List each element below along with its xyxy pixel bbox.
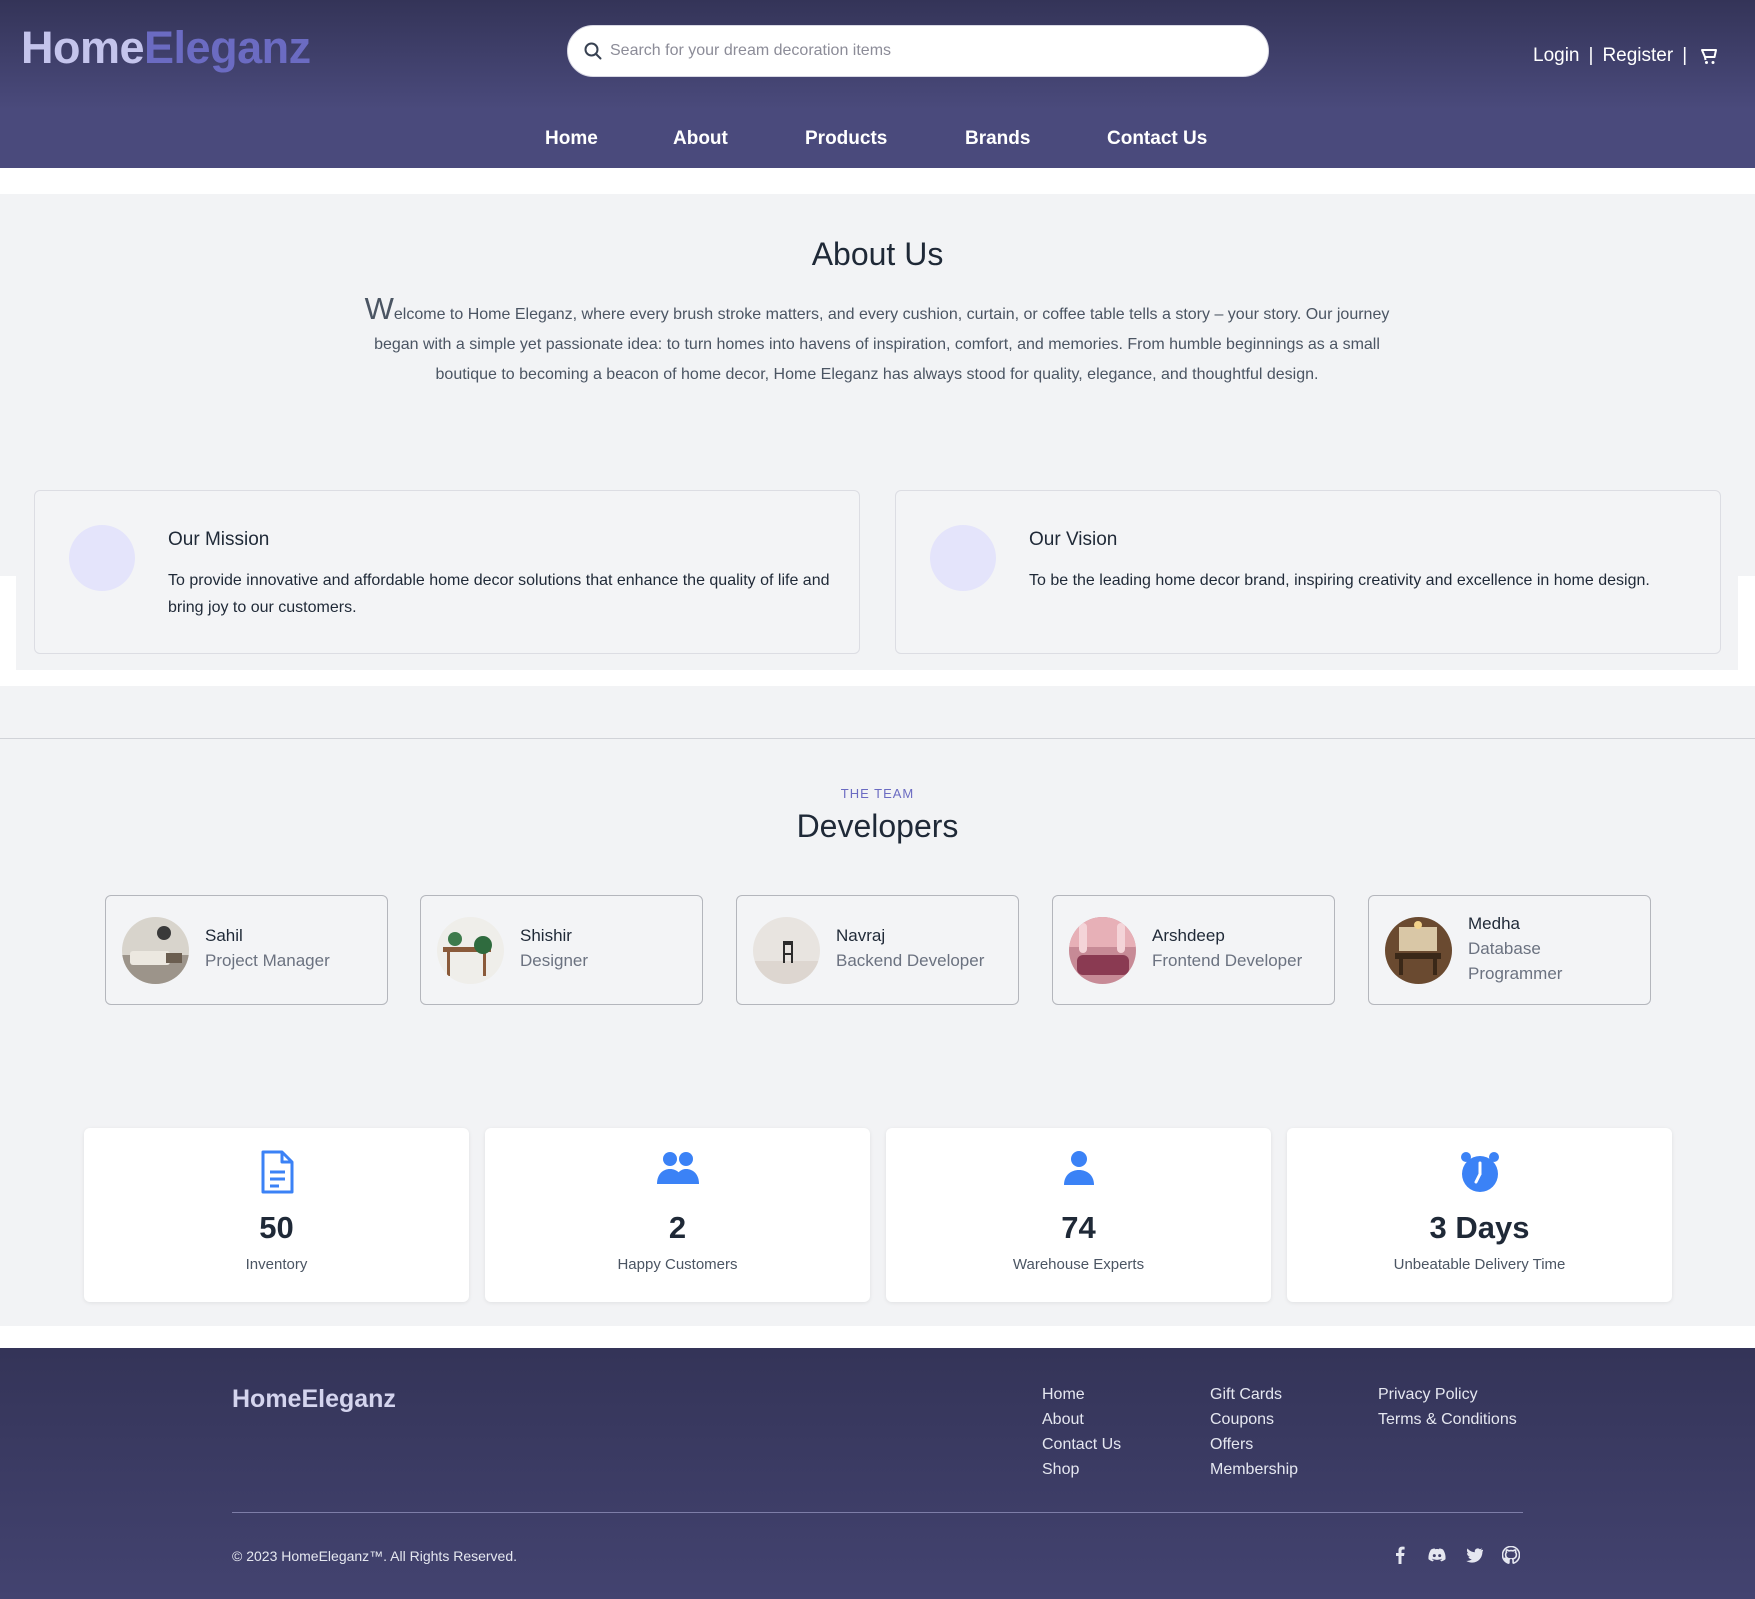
mission-text: To provide innovative and affordable hom… [168,572,830,616]
footer-link-terms[interactable]: Terms & Conditions [1378,1407,1517,1432]
vision-icon [930,525,996,591]
discord-icon[interactable] [1427,1545,1447,1565]
section-divider [0,738,1755,739]
about-text: Welcome to Home Eleganz, where every bru… [362,291,1392,390]
mission-card: Our Mission To provide innovative and af… [34,490,860,654]
user-icon [886,1150,1271,1196]
footer-link-shop[interactable]: Shop [1042,1457,1121,1482]
footer-link-coupons[interactable]: Coupons [1210,1407,1298,1432]
site-logo[interactable]: HomeEleganz [21,22,311,74]
copyright: © 2023 HomeEleganz™. All Rights Reserved… [232,1548,518,1564]
developer-name: Navraj [836,926,886,945]
footer-link-home[interactable]: Home [1042,1382,1121,1407]
cart-icon[interactable] [1700,46,1720,66]
stat-value: 2 [668,1210,687,1245]
avatar [1069,917,1136,984]
footer-links-col1: Home About Contact Us Shop [1042,1382,1121,1482]
developer-name: Medha [1468,914,1520,933]
developer-role: Project Manager [205,951,330,970]
github-icon[interactable] [1501,1545,1521,1565]
footer-link-membership[interactable]: Membership [1210,1457,1298,1482]
avatar [1385,917,1452,984]
stat-card-customers: 2 Happy Customers [485,1128,870,1302]
footer-links-col3: Privacy Policy Terms & Conditions [1378,1382,1517,1432]
top-header: HomeEleganz Login | Register | [0,0,1755,110]
nav-about[interactable]: About [673,128,728,150]
developer-name: Shishir [520,926,572,945]
stat-label: Inventory [245,1256,308,1273]
social-links [1390,1545,1521,1565]
users-icon [485,1150,870,1196]
separator: | [1588,45,1594,66]
alarm-clock-icon [1287,1150,1672,1196]
nav-products[interactable]: Products [805,128,887,150]
search-bar[interactable] [567,25,1269,77]
developer-role: Backend Developer [836,951,985,970]
search-input[interactable] [610,36,1250,66]
developer-name: Arshdeep [1152,926,1225,945]
avatar [122,917,189,984]
footer-link-privacy[interactable]: Privacy Policy [1378,1382,1517,1407]
vision-title: Our Vision [1029,529,1118,550]
stat-label: Happy Customers [617,1256,738,1273]
developer-card: Medha Database Programmer [1368,895,1651,1005]
stat-value: 74 [1061,1210,1096,1245]
avatar [753,917,820,984]
logo-part-eleganz: Eleganz [144,22,311,73]
stat-label: Unbeatable Delivery Time [1393,1256,1566,1273]
footer-links-col2: Gift Cards Coupons Offers Membership [1210,1382,1298,1482]
vision-card: Our Vision To be the leading home decor … [895,490,1721,654]
footer: HomeEleganz Home About Contact Us Shop G… [0,1348,1755,1599]
nav-brands[interactable]: Brands [965,128,1030,150]
footer-link-contact[interactable]: Contact Us [1042,1432,1121,1457]
stat-label: Warehouse Experts [1012,1256,1145,1273]
avatar [437,917,504,984]
divider [0,576,16,670]
team-title: Developers [796,808,959,844]
stat-value: 3 Days [1429,1210,1530,1245]
vision-text: To be the leading home decor brand, insp… [1029,572,1650,589]
about-text-line1: elcome to Home Eleganz, where every brus… [393,306,1333,323]
nav-contact-us[interactable]: Contact Us [1107,128,1207,150]
main-nav: Home About Products Brands Contact Us [0,110,1755,168]
twitter-icon[interactable] [1464,1545,1484,1565]
developer-name: Sahil [205,926,243,945]
team-section: THE TEAM Developers Sahil Project Manage… [0,686,1755,1326]
stat-card-delivery: 3 Days Unbeatable Delivery Time [1287,1128,1672,1302]
footer-link-offers[interactable]: Offers [1210,1432,1298,1457]
login-link[interactable]: Login [1533,45,1580,67]
document-icon [84,1150,469,1196]
developer-card: Shishir Designer [420,895,703,1005]
about-title: About Us [811,236,944,272]
register-link[interactable]: Register [1602,45,1673,67]
separator: | [1682,45,1688,66]
stat-card-warehouse: 74 Warehouse Experts [886,1128,1271,1302]
divider [1738,576,1755,670]
developer-role: Frontend Developer [1152,951,1303,970]
stat-card-inventory: 50 Inventory [84,1128,469,1302]
footer-link-about[interactable]: About [1042,1407,1121,1432]
team-eyebrow: THE TEAM [840,786,915,801]
divider [0,670,1755,686]
developer-card: Navraj Backend Developer [736,895,1019,1005]
search-icon [584,42,602,60]
developer-role: Designer [520,951,589,970]
about-dropcap: W [364,291,394,326]
developer-card: Sahil Project Manager [105,895,388,1005]
footer-link-gift-cards[interactable]: Gift Cards [1210,1382,1298,1407]
auth-links: Login | Register | [1533,44,1720,68]
facebook-icon[interactable] [1390,1545,1410,1565]
logo-part-home: Home [21,22,145,73]
developer-role: Database [1468,939,1541,958]
footer-logo[interactable]: HomeEleganz [232,1385,396,1414]
mission-icon [69,525,135,591]
developer-card: Arshdeep Frontend Developer [1052,895,1335,1005]
nav-home[interactable]: Home [545,128,598,150]
mission-title: Our Mission [168,529,270,550]
developer-role: Programmer [1468,964,1563,983]
footer-divider [232,1512,1523,1513]
stat-value: 50 [259,1210,294,1245]
